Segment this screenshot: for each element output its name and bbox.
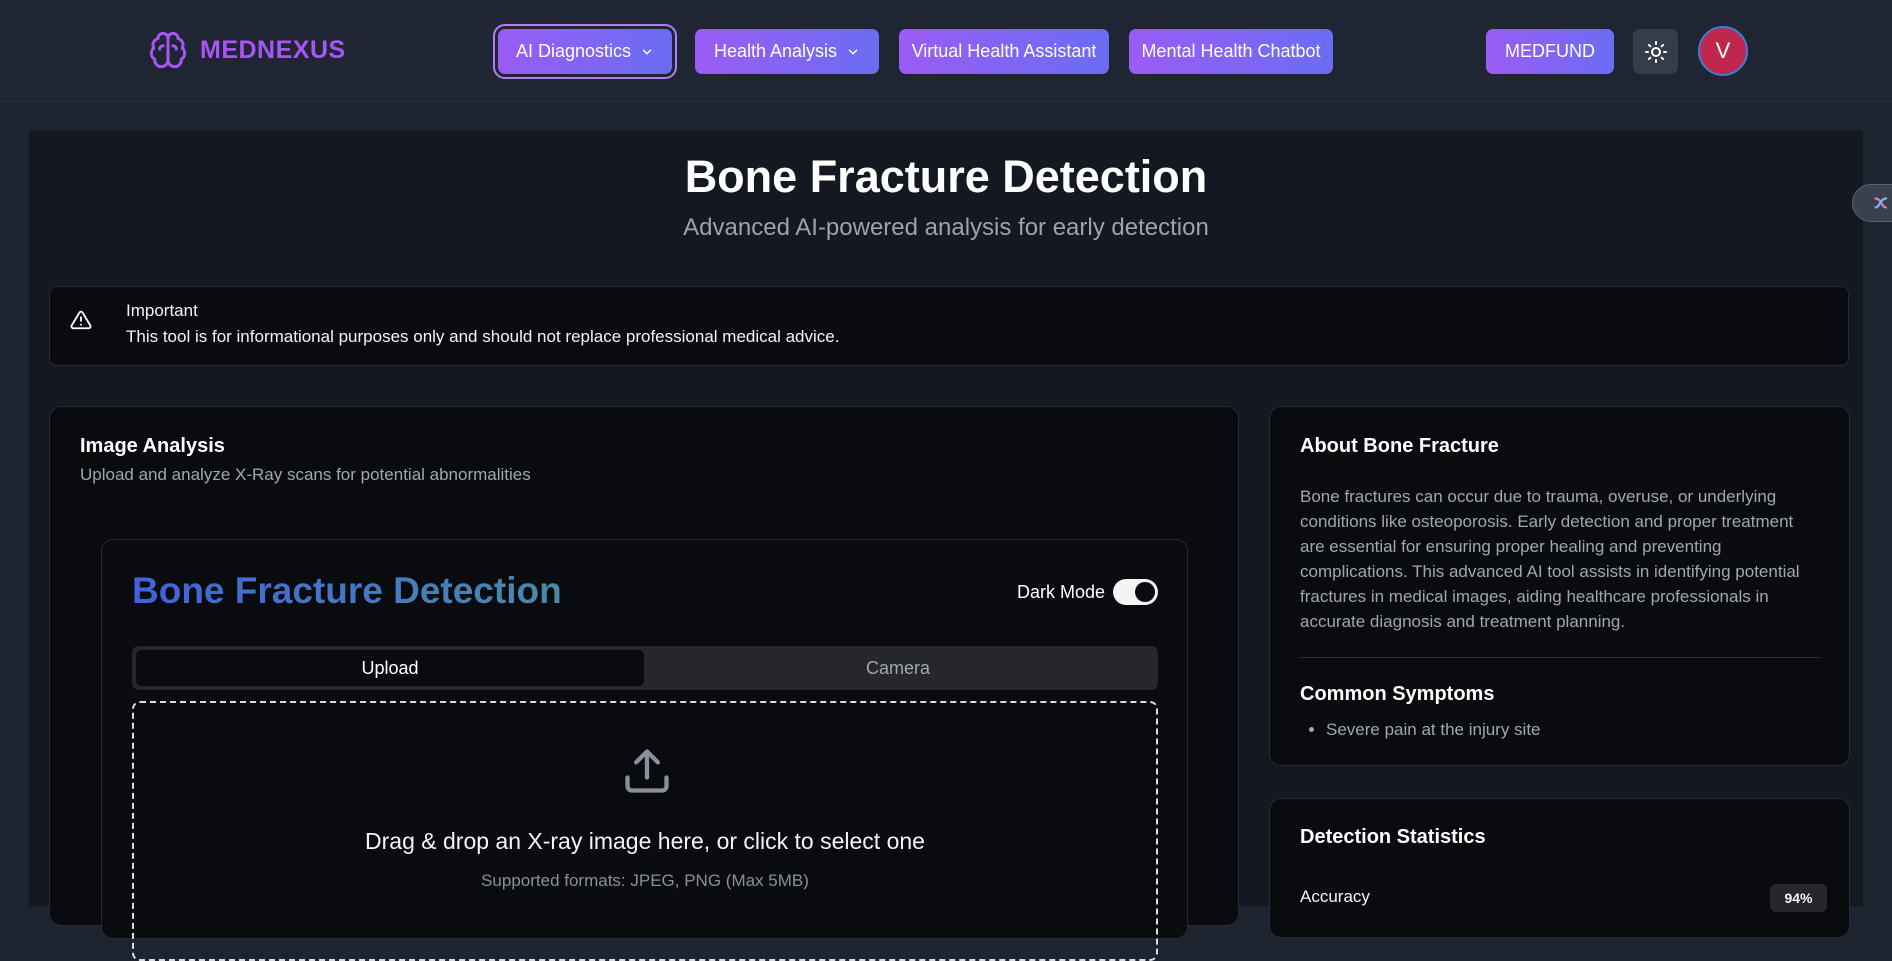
avatar[interactable]: V: [1698, 26, 1748, 76]
chevron-down-icon: [848, 49, 858, 55]
divider: [1300, 657, 1820, 658]
input-tabs: Upload Camera: [132, 646, 1158, 690]
dropzone-subtext: Supported formats: JPEG, PNG (Max 5MB): [481, 871, 809, 890]
panel-title: Bone Fracture Detection: [132, 570, 562, 611]
image-dropzone[interactable]: Drag & drop an X-ray image here, or clic…: [132, 701, 1158, 961]
medfund-button[interactable]: MEDFUND: [1486, 29, 1614, 74]
nav-label: Health Analysis: [713, 41, 838, 61]
alert-text: This tool is for informational purposes …: [126, 327, 840, 346]
brand[interactable]: MEDNEXUS: [148, 30, 346, 70]
about-line: accurate diagnosis and treatment plannin…: [1300, 612, 1626, 631]
brain-icon: [149, 31, 187, 69]
symptoms-list: Severe pain at the injury site: [1326, 720, 1541, 740]
accuracy-badge: 94%: [1770, 884, 1827, 912]
page-subtitle: Advanced AI-powered analysis for early d…: [683, 214, 1209, 241]
about-line: Bone fractures can occur due to trauma, …: [1300, 487, 1777, 506]
stats-title: Detection Statistics: [1300, 826, 1486, 848]
toggle-knob: [1135, 582, 1155, 602]
symptoms-title: Common Symptoms: [1300, 683, 1495, 705]
avatar-initial: V: [1715, 38, 1731, 63]
main-content: Bone Fracture Detection Advanced AI-powe…: [29, 130, 1863, 961]
dark-mode-toggle[interactable]: [1113, 579, 1158, 605]
extension-icon: [1874, 197, 1888, 209]
medfund-label: MEDFUND: [1505, 41, 1595, 61]
chevron-down-icon: [642, 49, 652, 55]
fracture-detection-panel: Bone Fracture Detection Dark Mode Upload…: [101, 539, 1188, 961]
important-alert: Important This tool is for informational…: [49, 286, 1849, 366]
nav-mental-health-chatbot[interactable]: Mental Health Chatbot: [1129, 29, 1333, 74]
about-line: conditions like osteoporosis. Early dete…: [1300, 512, 1794, 531]
tab-upload[interactable]: Upload: [136, 650, 644, 686]
nav-label: Virtual Health Assistant: [911, 41, 1097, 61]
alert-title: Important: [126, 301, 198, 320]
page-title: Bone Fracture Detection: [684, 151, 1208, 202]
warning-icon: [70, 310, 92, 330]
dark-mode-label: Dark Mode: [1017, 582, 1106, 602]
nav-virtual-health-assistant[interactable]: Virtual Health Assistant: [899, 29, 1109, 74]
nav-label: AI Diagnostics: [515, 41, 632, 61]
list-item: Severe pain at the injury site: [1326, 720, 1541, 740]
theme-toggle-button[interactable]: [1633, 29, 1678, 74]
upload-icon: [625, 749, 669, 793]
tab-camera[interactable]: Camera: [644, 650, 1152, 686]
nav-label: Mental Health Chatbot: [1141, 41, 1321, 61]
card-title: Image Analysis: [80, 435, 225, 457]
detection-statistics-card: Detection Statistics Accuracy 94%: [1269, 798, 1850, 938]
side-widget-tab[interactable]: [1852, 184, 1892, 222]
about-title: About Bone Fracture: [1300, 435, 1499, 457]
sun-icon: [1644, 40, 1667, 63]
top-navbar: MEDNEXUS AI Diagnostics Health Analysis …: [0, 0, 1892, 102]
image-analysis-card: Image Analysis Upload and analyze X-Ray …: [49, 406, 1239, 961]
brand-name: MEDNEXUS: [200, 35, 346, 64]
accuracy-label: Accuracy: [1300, 887, 1370, 906]
about-line: complications. This advanced AI tool ass…: [1300, 562, 1800, 581]
nav-health-analysis[interactable]: Health Analysis: [695, 29, 879, 74]
card-description: Upload and analyze X-Ray scans for poten…: [80, 465, 531, 484]
nav-ai-diagnostics[interactable]: AI Diagnostics: [493, 24, 677, 79]
about-line: are essential for ensuring proper healin…: [1300, 537, 1722, 556]
dropzone-text: Drag & drop an X-ray image here, or clic…: [365, 828, 925, 854]
about-card: About Bone Fracture Bone fractures can o…: [1269, 406, 1850, 766]
about-line: fractures in medical images, aiding heal…: [1300, 587, 1769, 606]
